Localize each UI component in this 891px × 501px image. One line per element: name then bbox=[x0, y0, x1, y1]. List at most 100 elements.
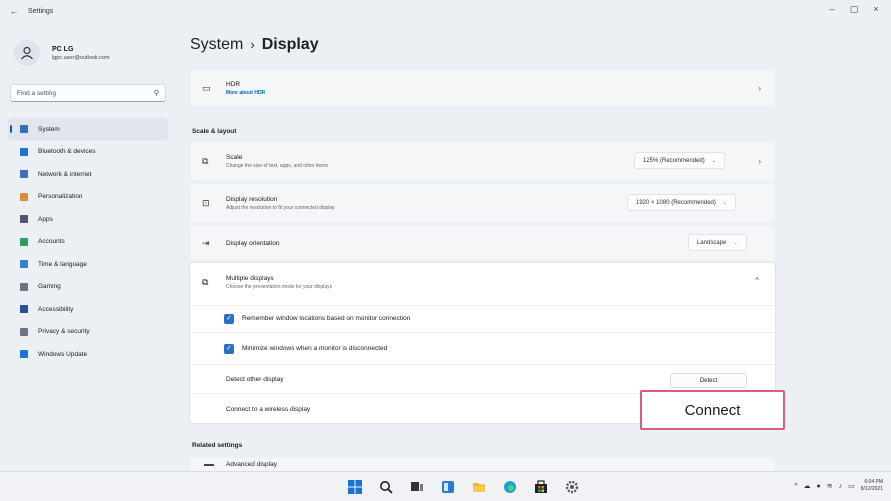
back-arrow-icon[interactable]: ← bbox=[4, 6, 24, 16]
remember-label: Remember window locations based on monit… bbox=[242, 315, 411, 322]
shield-icon bbox=[20, 327, 28, 336]
settings-search[interactable]: ⚲ bbox=[10, 84, 166, 102]
hdr-title: HDR bbox=[226, 80, 241, 88]
sidebar-item-time-language[interactable]: Time & language bbox=[8, 253, 168, 276]
chevron-up-icon[interactable]: ^ bbox=[755, 276, 759, 285]
onedrive-cloud-icon[interactable]: ☁ bbox=[804, 482, 811, 490]
scale-value: 125% (Recommended) bbox=[643, 157, 705, 164]
system-tray: ^ ☁ ● ≋ ♪ ▭ 6:04 PM 8/12/2021 bbox=[794, 479, 883, 493]
search-input[interactable] bbox=[17, 89, 154, 97]
avatar-person-icon bbox=[14, 40, 40, 66]
task-view-icon[interactable] bbox=[409, 479, 425, 495]
clock[interactable]: 6:04 PM 8/12/2021 bbox=[861, 479, 883, 493]
close-button[interactable]: × bbox=[871, 4, 881, 15]
clock-date: 8/12/2021 bbox=[860, 486, 883, 492]
sidebar-item-windows-update[interactable]: Windows Update bbox=[8, 343, 168, 366]
apps-icon bbox=[20, 215, 28, 224]
sidebar-item-label: Windows Update bbox=[38, 350, 88, 358]
section-related-settings: Related settings bbox=[192, 442, 243, 449]
advanced-display-icon bbox=[204, 464, 214, 466]
chevron-down-icon: ⌄ bbox=[711, 157, 716, 164]
sidebar-item-label: Personalization bbox=[38, 193, 83, 201]
multiple-displays-title: Multiple displays bbox=[226, 275, 274, 282]
breadcrumb: System › Display bbox=[190, 36, 319, 54]
search-icon[interactable]: ⚲ bbox=[154, 89, 159, 97]
profile-name: PC LG bbox=[52, 45, 74, 53]
detect-row: Detect other display Detect bbox=[190, 364, 775, 393]
section-scale-layout: Scale & layout bbox=[192, 128, 237, 135]
title-bar: ← Settings – ▢ × bbox=[0, 0, 891, 22]
settings-window: ← Settings – ▢ × PC LG lgpc.user@outlook… bbox=[0, 0, 891, 471]
window-controls: – ▢ × bbox=[827, 4, 881, 15]
orientation-card[interactable]: ⇥ Display orientation Landscape ⌄ bbox=[190, 226, 775, 260]
chevron-right-icon[interactable]: › bbox=[758, 157, 761, 166]
connect-label: Connect to a wireless display bbox=[226, 406, 311, 413]
resolution-dropdown[interactable]: 1920 × 1080 (Recommended) ⌄ bbox=[627, 194, 737, 211]
volume-icon[interactable]: ♪ bbox=[839, 483, 843, 490]
sidebar-item-label: Bluetooth & devices bbox=[38, 148, 96, 156]
accessibility-icon bbox=[20, 305, 28, 314]
battery-icon[interactable]: ▭ bbox=[848, 482, 855, 490]
app-title: Settings bbox=[28, 7, 54, 15]
multiple-displays-subtitle: Choose the presentation mode for your di… bbox=[226, 284, 333, 290]
hdr-card[interactable]: ▭ HDR More about HDR › bbox=[190, 70, 775, 106]
chevron-down-icon: ⌄ bbox=[733, 239, 738, 246]
advanced-display-title: Advanced display bbox=[226, 461, 277, 468]
sidebar-item-label: Gaming bbox=[38, 283, 61, 291]
sidebar-item-network-internet[interactable]: Network & internet bbox=[8, 163, 168, 186]
orientation-dropdown[interactable]: Landscape ⌄ bbox=[688, 234, 747, 251]
multiple-displays-header[interactable]: ⧉ Multiple displays Choose the presentat… bbox=[190, 263, 775, 305]
hdr-link[interactable]: More about HDR bbox=[226, 90, 265, 96]
app-tray-icon[interactable]: ● bbox=[817, 483, 821, 490]
sidebar-item-apps[interactable]: Apps bbox=[8, 208, 168, 231]
start-windows-icon[interactable] bbox=[347, 479, 363, 495]
wifi-icon bbox=[20, 170, 28, 179]
wifi-icon[interactable]: ≋ bbox=[827, 482, 833, 490]
scale-title: Scale bbox=[226, 153, 243, 161]
connect-button[interactable]: Connect bbox=[640, 390, 785, 430]
chevron-right-icon: › bbox=[758, 83, 761, 93]
sidebar-nav: System Bluetooth & devices Network & inter… bbox=[8, 118, 168, 366]
advanced-display-card[interactable]: Advanced display bbox=[190, 458, 775, 471]
scale-card[interactable]: ⧉ Scale Change the size of text, apps, a… bbox=[190, 142, 775, 180]
resolution-subtitle: Adjust the resolution to fit your connec… bbox=[226, 204, 335, 211]
sidebar-item-label: Accessibility bbox=[38, 305, 74, 313]
minimize-button[interactable]: – bbox=[827, 4, 837, 15]
scale-dropdown[interactable]: 125% (Recommended) ⌄ bbox=[634, 152, 725, 169]
breadcrumb-parent[interactable]: System bbox=[190, 36, 243, 53]
page-title: Display bbox=[261, 36, 319, 53]
sidebar-item-accounts[interactable]: Accounts bbox=[8, 231, 168, 254]
maximize-button[interactable]: ▢ bbox=[849, 4, 859, 15]
remember-checkbox[interactable]: ✓ bbox=[224, 314, 234, 324]
sidebar-item-privacy-security[interactable]: Privacy & security bbox=[8, 321, 168, 344]
widgets-icon[interactable] bbox=[440, 479, 456, 495]
profile-email: lgpc.user@outlook.com bbox=[52, 54, 110, 61]
edge-browser-icon[interactable] bbox=[502, 479, 518, 495]
sidebar-item-gaming[interactable]: Gaming bbox=[8, 276, 168, 299]
sidebar-item-system[interactable]: System bbox=[8, 118, 168, 141]
detect-button[interactable]: Detect bbox=[670, 373, 747, 388]
user-profile[interactable]: PC LG lgpc.user@outlook.com bbox=[14, 40, 110, 66]
store-icon[interactable] bbox=[533, 479, 549, 495]
chevron-down-icon: ⌄ bbox=[722, 199, 728, 206]
sidebar-item-bluetooth-devices[interactable]: Bluetooth & devices bbox=[8, 141, 168, 164]
clock-time: 6:04 PM bbox=[864, 479, 883, 485]
sidebar-item-label: System bbox=[38, 125, 60, 133]
remember-row[interactable]: ✓ Remember window locations based on mon… bbox=[190, 305, 775, 332]
minimize-checkbox[interactable]: ✓ bbox=[224, 344, 234, 354]
detect-label: Detect other display bbox=[226, 376, 284, 383]
resolution-card[interactable]: ⊡ Display resolution Adjust the resoluti… bbox=[190, 184, 775, 222]
chevron-up-icon[interactable]: ^ bbox=[794, 483, 797, 490]
file-explorer-icon[interactable] bbox=[471, 479, 487, 495]
sidebar-item-label: Accounts bbox=[38, 238, 65, 246]
search-icon[interactable] bbox=[378, 479, 394, 495]
orientation-title: Display orientation bbox=[226, 239, 280, 247]
minimize-row[interactable]: ✓ Minimize windows when a monitor is dis… bbox=[190, 332, 775, 364]
settings-gear-icon[interactable] bbox=[564, 479, 580, 495]
sidebar-item-accessibility[interactable]: Accessibility bbox=[8, 298, 168, 321]
globe-clock-icon bbox=[20, 260, 28, 269]
bluetooth-icon bbox=[20, 147, 28, 156]
breadcrumb-separator: › bbox=[250, 37, 255, 52]
sidebar-item-personalization[interactable]: Personalization bbox=[8, 186, 168, 209]
orientation-value: Landscape bbox=[697, 239, 727, 246]
